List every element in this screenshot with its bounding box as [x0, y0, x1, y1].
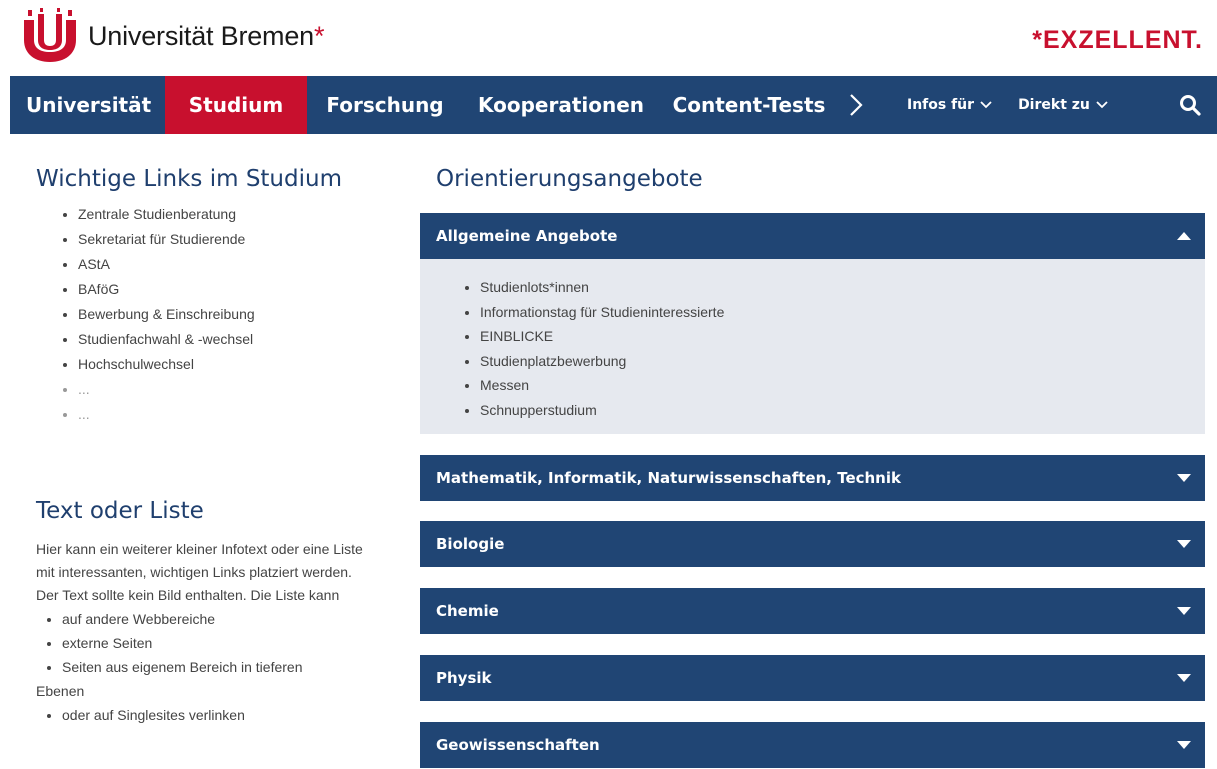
direkt-zu-label: Direkt zu	[1018, 97, 1090, 113]
list-item-continuation: Ebenen	[36, 683, 85, 699]
accordion-body: Studienlots*innen Informationstag für St…	[420, 259, 1205, 434]
list-item[interactable]: BAföG	[78, 277, 376, 302]
accordion-header[interactable]: Physik	[420, 655, 1205, 701]
link-einblicke[interactable]: EINBLICKE	[480, 328, 553, 344]
list-item[interactable]: Informationstag für Studieninteressierte	[480, 300, 1205, 325]
accordion-title: Geowissenschaften	[436, 736, 600, 754]
accordion-header[interactable]: Chemie	[420, 588, 1205, 634]
list-item: auf andere Webbereiche	[62, 607, 376, 631]
infos-fuer-dropdown[interactable]: Infos für	[893, 76, 1006, 134]
list-item[interactable]: EINBLICKE	[480, 324, 1205, 349]
link-zentrale-studienberatung[interactable]: Zentrale Studienberatung	[78, 206, 236, 222]
link-asta[interactable]: AStA	[78, 256, 110, 272]
link-schnupperstudium[interactable]: Schnupperstudium	[480, 402, 597, 418]
link-bewerbung[interactable]: Bewerbung & Einschreibung	[78, 306, 255, 322]
chevron-down-icon	[1096, 101, 1108, 109]
list-item[interactable]: Zentrale Studienberatung	[78, 202, 376, 227]
caret-down-icon	[1177, 741, 1191, 749]
caret-up-icon	[1177, 232, 1191, 240]
important-links-section: Wichtige Links im Studium Zentrale Studi…	[36, 166, 376, 427]
accordion-allgemeine-angebote: Allgemeine Angebote Studienlots*innen In…	[420, 213, 1205, 434]
nav-item-universitaet[interactable]: Universität	[10, 76, 165, 134]
university-logo[interactable]: Universität Bremen*	[20, 8, 325, 64]
important-links-list: Zentrale Studienberatung Sekretariat für…	[36, 202, 376, 427]
important-links-title: Wichtige Links im Studium	[36, 166, 342, 192]
accordion-header[interactable]: Allgemeine Angebote	[420, 213, 1205, 259]
search-button[interactable]	[1159, 76, 1217, 134]
chevron-down-icon	[980, 101, 992, 109]
accordion-header[interactable]: Geowissenschaften	[420, 722, 1205, 768]
excellence-tagline: *EXZELLENT.	[1032, 26, 1203, 54]
info-list: auf andere Webbereiche externe Seiten Se…	[36, 607, 376, 727]
text-or-list-title: Text oder Liste	[36, 498, 204, 524]
university-logo-icon	[24, 8, 76, 62]
list-item[interactable]: AStA	[78, 252, 376, 277]
caret-down-icon	[1177, 674, 1191, 682]
list-item: oder auf Singlesites verlinken	[62, 703, 376, 727]
infos-fuer-label: Infos für	[907, 97, 975, 113]
main-navigation: Universität Studium Forschung Kooperatio…	[10, 76, 1217, 134]
link-hochschulwechsel[interactable]: Hochschulwechsel	[78, 356, 194, 372]
list-item[interactable]: Messen	[480, 373, 1205, 398]
link-studienfachwahl[interactable]: Studienfachwahl & -wechsel	[78, 331, 253, 347]
accordion-title: Biologie	[436, 535, 505, 553]
accordion-header[interactable]: Biologie	[420, 521, 1205, 567]
nav-item-forschung[interactable]: Forschung	[307, 76, 463, 134]
list-item-text: Seiten aus eigenem Bereich in tieferen	[62, 659, 303, 675]
nav-item-studium[interactable]: Studium	[165, 76, 307, 134]
accordion-header[interactable]: Mathematik, Informatik, Naturwissenschaf…	[420, 455, 1205, 501]
list-item: externe Seiten	[62, 631, 376, 655]
caret-down-icon	[1177, 540, 1191, 548]
caret-down-icon	[1177, 474, 1191, 482]
list-item[interactable]: Bewerbung & Einschreibung	[78, 302, 376, 327]
list-item[interactable]: Hochschulwechsel	[78, 352, 376, 377]
nav-scroll-right-icon[interactable]	[839, 76, 893, 134]
placeholder-ellipsis: ...	[78, 406, 90, 422]
direkt-zu-dropdown[interactable]: Direkt zu	[1006, 76, 1120, 134]
orientation-offers-title: Orientierungsangebote	[436, 166, 703, 192]
accordion-physik: Physik	[420, 655, 1205, 701]
accordion-title: Physik	[436, 669, 492, 687]
accordion-title: Allgemeine Angebote	[436, 227, 618, 245]
search-icon	[1180, 95, 1201, 116]
accordion-title: Mathematik, Informatik, Naturwissenschaf…	[436, 469, 901, 487]
accordion-biologie: Biologie	[420, 521, 1205, 567]
nav-item-kooperationen[interactable]: Kooperationen	[463, 76, 659, 134]
link-sekretariat[interactable]: Sekretariat für Studierende	[78, 231, 245, 247]
link-studienplatzbewerbung[interactable]: Studienplatzbewerbung	[480, 353, 626, 369]
list-item[interactable]: Schnupperstudium	[480, 398, 1205, 423]
info-text: Hier kann ein weiterer kleiner Infotext …	[36, 538, 376, 727]
accordion-list: Studienlots*innen Informationstag für St…	[420, 275, 1205, 422]
list-item: Seiten aus eigenem Bereich in tieferen Eb…	[36, 655, 376, 703]
link-bafoeg[interactable]: BAföG	[78, 281, 119, 297]
accordion-chemie: Chemie	[420, 588, 1205, 634]
list-item[interactable]: Sekretariat für Studierende	[78, 227, 376, 252]
list-item[interactable]: Studienfachwahl & -wechsel	[78, 327, 376, 352]
header: Universität Bremen* *EXZELLENT.	[0, 0, 1217, 76]
link-messen[interactable]: Messen	[480, 377, 529, 393]
university-name: Universität Bremen*	[88, 20, 325, 51]
list-item: ...	[78, 377, 376, 402]
placeholder-ellipsis: ...	[78, 381, 90, 397]
list-item[interactable]: Studienlots*innen	[480, 275, 1205, 300]
text-or-list-section: Text oder Liste Hier kann ein weiterer k…	[36, 498, 376, 727]
nav-item-content-tests[interactable]: Content-Tests	[659, 76, 839, 134]
orientation-offers-section: Orientierungsangebote Allgemeine Angebot…	[420, 166, 1205, 768]
link-studienlots[interactable]: Studienlots*innen	[480, 279, 589, 295]
list-item[interactable]: Studienplatzbewerbung	[480, 349, 1205, 374]
accordion-title: Chemie	[436, 602, 499, 620]
accordion-mint: Mathematik, Informatik, Naturwissenschaf…	[420, 455, 1205, 501]
accordion-geowissenschaften: Geowissenschaften	[420, 722, 1205, 768]
link-informationstag[interactable]: Informationstag für Studieninteressierte	[480, 304, 724, 320]
caret-down-icon	[1177, 607, 1191, 615]
list-item: ...	[78, 402, 376, 427]
info-paragraph: Hier kann ein weiterer kleiner Infotext …	[36, 541, 363, 603]
